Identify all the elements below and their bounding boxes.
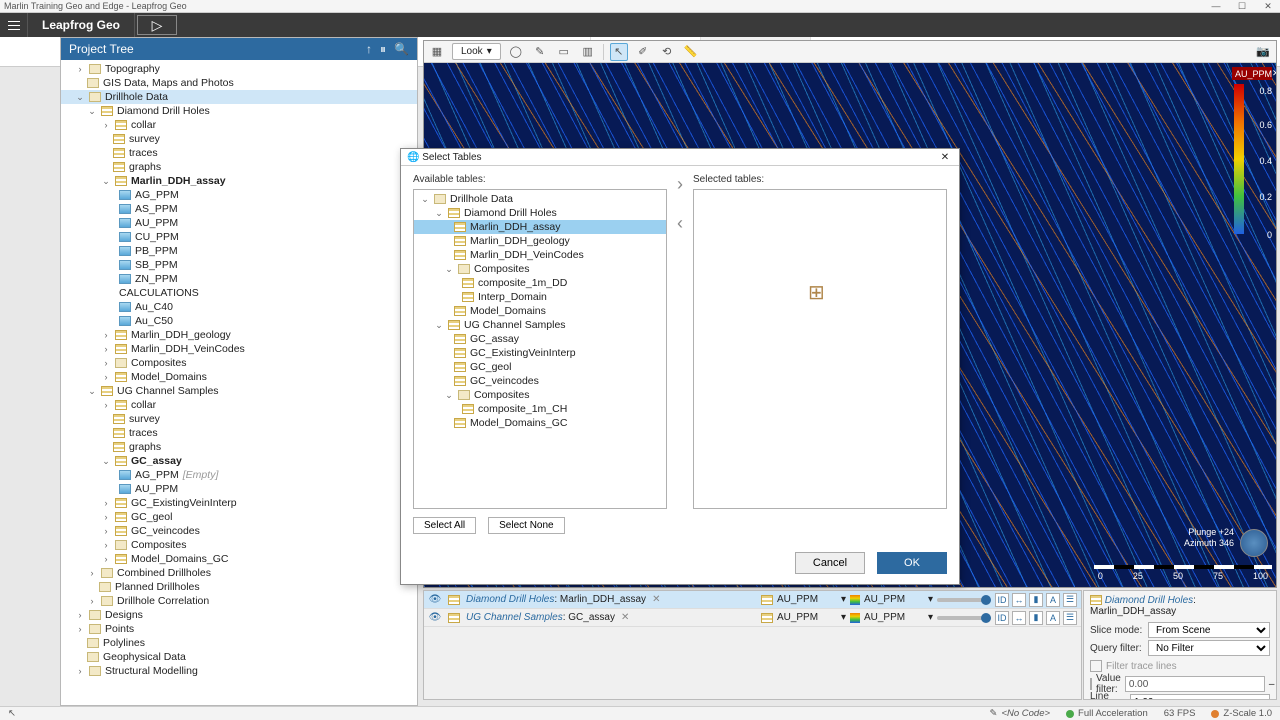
select-all-button[interactable]: Select All bbox=[413, 517, 476, 534]
dialog-close-icon[interactable]: ✕ bbox=[937, 152, 953, 163]
visibility-icon[interactable]: 👁 bbox=[428, 612, 442, 623]
move-right-icon[interactable]: › bbox=[677, 174, 683, 195]
scale-bar: 0255075100 bbox=[1098, 571, 1268, 581]
tool-a-icon[interactable]: A bbox=[1046, 593, 1060, 607]
props-title: Diamond Drill Holes: Marlin_DDH_assay bbox=[1090, 595, 1270, 617]
slice-mode-select[interactable]: From Scene bbox=[1148, 622, 1270, 638]
view-orientation: Plunge +24 Azimuth 346 bbox=[1184, 527, 1234, 549]
selected-label: Selected tables: bbox=[693, 174, 947, 185]
search-icon[interactable]: 🔍 bbox=[394, 42, 409, 57]
code-icon: ✎ bbox=[989, 708, 997, 719]
selected-tables-list[interactable]: ⊞ bbox=[693, 189, 947, 509]
ok-button[interactable]: OK bbox=[877, 552, 947, 574]
empty-tables-icon: ⊞ bbox=[808, 280, 832, 304]
dialog-titlebar[interactable]: 🌐 Select Tables ✕ bbox=[401, 149, 959, 166]
tool-select-icon[interactable]: ↖ bbox=[610, 43, 628, 61]
viewport-toolbar: ▦ Look▾ ◯ ✎ ▭ ▥ ↖ ✐ ⟲ 📏 📷 bbox=[424, 41, 1276, 63]
filter-trace-checkbox[interactable] bbox=[1090, 660, 1102, 672]
minimize-button[interactable]: — bbox=[1208, 1, 1224, 12]
tool-slice-icon[interactable]: ▥ bbox=[579, 43, 597, 61]
tool-brush-icon[interactable]: ✎ bbox=[531, 43, 549, 61]
tool-id-icon[interactable]: ID bbox=[995, 593, 1009, 607]
tool-rotate-icon[interactable]: ⟲ bbox=[658, 43, 676, 61]
tool-hist-icon[interactable]: ▮ bbox=[1029, 593, 1043, 607]
cancel-button[interactable]: Cancel bbox=[795, 552, 865, 574]
select-tables-dialog: 🌐 Select Tables ✕ Available tables: ⌄Dri… bbox=[400, 148, 960, 585]
look-button[interactable]: Look▾ bbox=[452, 43, 501, 60]
tool-measure-icon[interactable]: 📏 bbox=[682, 43, 700, 61]
properties-panel: Diamond Drill Holes: Marlin_DDH_assay Sl… bbox=[1083, 590, 1277, 700]
camera-icon[interactable]: 📷 bbox=[1254, 43, 1272, 61]
compass-icon[interactable] bbox=[1240, 529, 1268, 557]
close-window-button[interactable]: ✕ bbox=[1260, 1, 1276, 12]
legend-close-icon[interactable]: ✕ bbox=[1272, 68, 1277, 79]
app-name: Leapfrog Geo bbox=[28, 13, 135, 37]
colormap-icon[interactable] bbox=[850, 595, 860, 605]
remove-icon[interactable]: ✕ bbox=[621, 612, 629, 623]
status-dot-icon bbox=[1066, 710, 1074, 718]
pause-icon[interactable]: ⏸ bbox=[380, 42, 386, 57]
zscale-icon bbox=[1211, 710, 1219, 718]
app-title: Marlin Training Geo and Edge - Leapfrog … bbox=[4, 1, 187, 11]
panel-title: Project Tree bbox=[69, 42, 134, 56]
query-filter-select[interactable]: No Filter bbox=[1148, 640, 1270, 656]
project-tree[interactable]: ›Topography GIS Data, Maps and Photos ⌄D… bbox=[61, 60, 417, 705]
menu-button[interactable] bbox=[0, 13, 28, 37]
available-item-assay: Marlin_DDH_assay bbox=[414, 220, 666, 234]
remove-icon[interactable]: ✕ bbox=[652, 594, 660, 605]
visibility-icon[interactable]: 👁 bbox=[428, 594, 442, 605]
tool-rect-icon[interactable]: ▭ bbox=[555, 43, 573, 61]
tool-list-icon[interactable]: ☰ bbox=[1063, 593, 1077, 607]
scene-row-2[interactable]: 👁 UG Channel Samples: GC_assay ✕ AU_PPM▾… bbox=[424, 609, 1081, 627]
value-filter-checkbox[interactable] bbox=[1090, 678, 1092, 690]
scene-list-panel: 👁 Diamond Drill Holes: Marlin_DDH_assay … bbox=[423, 590, 1082, 700]
tool-lasso-icon[interactable]: ◯ bbox=[507, 43, 525, 61]
tool-edit-icon[interactable]: ✐ bbox=[634, 43, 652, 61]
color-legend: AU_PPM✕ 0.8 0.6 0.4 0.2 0 bbox=[1232, 67, 1272, 238]
os-titlebar: Marlin Training Geo and Edge - Leapfrog … bbox=[0, 0, 1280, 13]
move-left-icon[interactable]: ‹ bbox=[677, 213, 683, 234]
colormap-icon[interactable] bbox=[850, 613, 860, 623]
maximize-button[interactable]: ☐ bbox=[1234, 1, 1250, 12]
cursor-icon: ↖ bbox=[8, 708, 16, 719]
line-radius-input[interactable] bbox=[1130, 694, 1270, 700]
project-tree-panel: Project Tree ↑ ⏸ 🔍 ›Topography GIS Data,… bbox=[60, 37, 418, 706]
status-bar: ↖ ✎<No Code> Full Acceleration 63 FPS Z-… bbox=[0, 706, 1280, 720]
project-tree-header: Project Tree ↑ ⏸ 🔍 bbox=[61, 38, 417, 60]
collapse-up-icon[interactable]: ↑ bbox=[366, 42, 372, 57]
tree-drillhole-data: ⌄Drillhole Data bbox=[61, 90, 417, 104]
available-label: Available tables: bbox=[413, 174, 667, 185]
tool-arrow-icon[interactable]: ↔ bbox=[1012, 593, 1026, 607]
available-tables-list[interactable]: ⌄Drillhole Data ⌄Diamond Drill Holes Mar… bbox=[413, 189, 667, 509]
app-header: Leapfrog Geo ▷ bbox=[0, 13, 1280, 37]
opacity-slider[interactable] bbox=[937, 616, 991, 620]
scene-row-1[interactable]: 👁 Diamond Drill Holes: Marlin_DDH_assay … bbox=[424, 591, 1081, 609]
vf-low-input bbox=[1125, 676, 1265, 692]
opacity-slider[interactable] bbox=[937, 598, 991, 602]
view-menu-icon[interactable]: ▦ bbox=[428, 43, 446, 61]
select-none-button[interactable]: Select None bbox=[488, 517, 564, 534]
play-button[interactable]: ▷ bbox=[137, 15, 177, 35]
